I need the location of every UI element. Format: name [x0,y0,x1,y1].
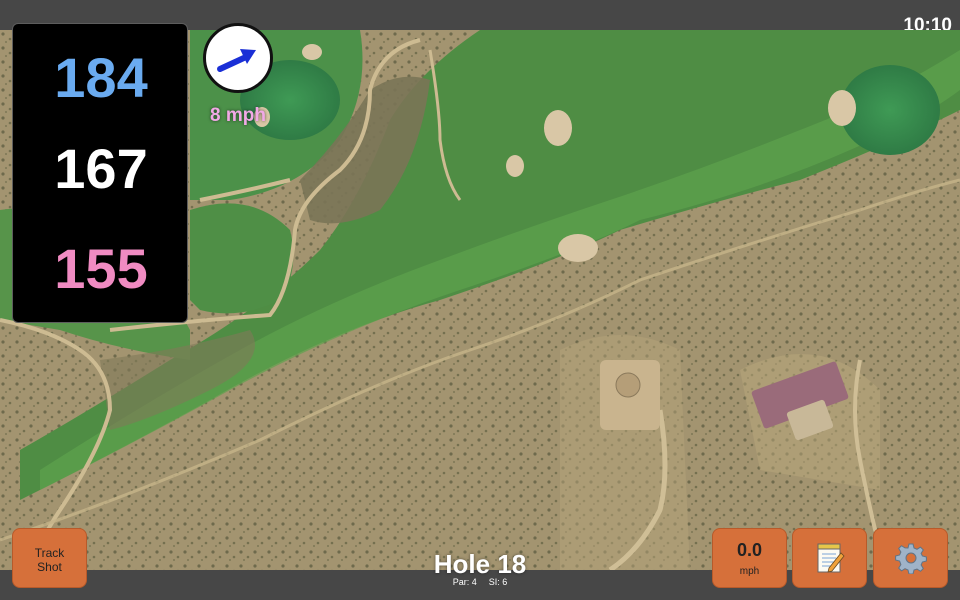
wind-direction-arrow-icon [217,49,256,72]
track-shot-label: Track Shot [34,546,65,574]
par-label: Par: 4 [452,577,477,587]
wind-indicator [203,23,273,93]
wind-speed-label: 8 mph [210,105,266,126]
notes-button[interactable] [792,528,867,588]
wind-speed-button[interactable]: 0.0 mph [712,528,787,588]
notepad-icon [817,543,845,573]
front-yardage: 155 [54,237,148,300]
hole-title: Hole 18 [433,549,527,579]
back-yardage: 184 [54,46,148,109]
stroke-index-label: SI: 6 [488,577,508,587]
track-shot-button[interactable]: Track Shot [12,528,87,588]
wind-value: 0.0 [736,540,763,560]
settings-button[interactable] [873,528,948,588]
hole-info: Par: 4 SI: 6 [380,577,580,587]
yardage-panel: 184 167 155 [12,23,188,323]
middle-yardage: 167 [54,137,148,200]
gear-icon [894,543,927,574]
wind-unit: mph [739,566,760,577]
